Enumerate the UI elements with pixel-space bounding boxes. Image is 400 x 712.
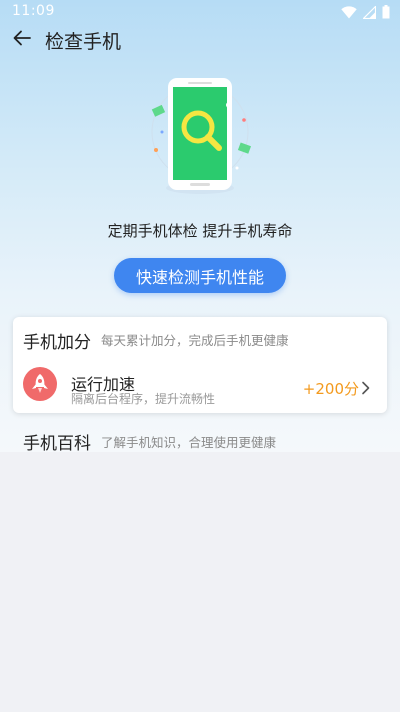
wifi-icon	[341, 5, 357, 19]
status-bar: 11:09	[0, 0, 400, 24]
arrow-left-icon	[12, 28, 32, 52]
back-button[interactable]	[10, 28, 34, 52]
phone-magnifier-icon	[140, 72, 260, 202]
tagline: 定期手机体检 提升手机寿命	[107, 222, 293, 240]
task-reward: +200分	[302, 380, 359, 398]
knowledge-title: 手机百科	[23, 434, 91, 454]
app-bar: 检查手机	[0, 24, 400, 56]
page: 11:09 检查手机 定期手机体检 提升手机寿命 快速检测手机性能 手机加分 每…	[0, 0, 400, 712]
quick-scan-button[interactable]: 快速检测手机性能	[114, 258, 286, 293]
task-subtitle: 隔离后台程序，提升流畅性	[71, 392, 216, 406]
signal-icon	[363, 5, 376, 19]
page-title: 检查手机	[45, 31, 122, 53]
score-card-title: 手机加分	[23, 333, 91, 353]
task-row-speed-up[interactable]: 运行加速 隔离后台程序，提升流畅性 +200分	[13, 363, 387, 409]
battery-icon	[382, 5, 390, 19]
score-card: 手机加分 每天累计加分，完成后手机更健康 运行加速 隔离后台程序，提升流畅性 +…	[13, 317, 387, 413]
knowledge-subtitle: 了解手机知识，合理使用更健康	[101, 435, 277, 450]
score-card-subtitle: 每天累计加分，完成后手机更健康	[101, 333, 289, 348]
status-icons	[341, 4, 390, 20]
chevron-right-icon	[361, 380, 371, 395]
rocket-icon	[23, 367, 57, 401]
status-time: 11:09	[12, 3, 55, 19]
knowledge-section: 手机百科 了解手机知识，合理使用更健康	[0, 424, 400, 454]
